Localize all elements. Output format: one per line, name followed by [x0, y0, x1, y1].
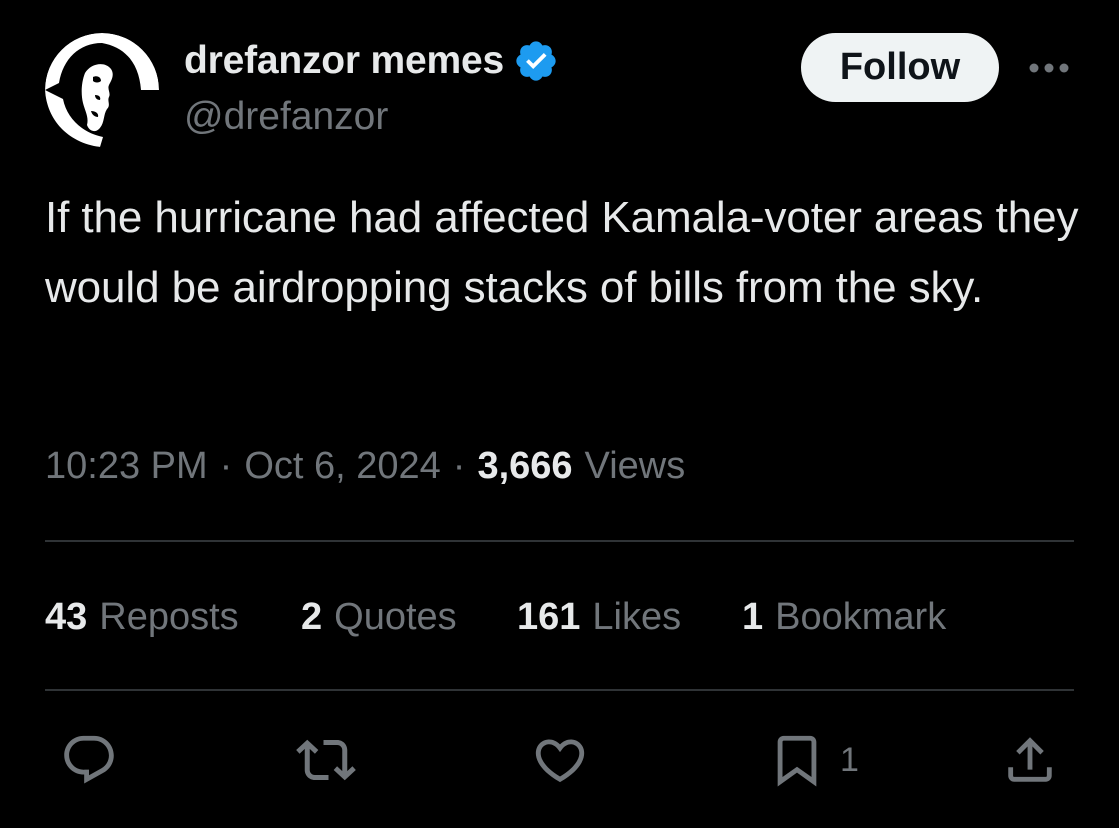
quotes-label: Quotes — [334, 595, 457, 638]
quotes-stat[interactable]: 2 Quotes — [301, 596, 517, 639]
author-name-row[interactable]: drefanzor memes — [184, 38, 559, 84]
profile-silhouette-icon — [45, 33, 159, 147]
tweet-text: If the hurricane had affected Kamala-vot… — [45, 193, 1079, 312]
reposts-label: Reposts — [99, 595, 239, 638]
quotes-count: 2 — [301, 595, 323, 638]
bookmarks-stat[interactable]: 1 Bookmark — [742, 596, 946, 639]
heart-icon — [531, 731, 589, 789]
meta-separator: · — [452, 444, 466, 487]
likes-stat[interactable]: 161 Likes — [517, 596, 742, 639]
repost-button[interactable] — [296, 730, 356, 790]
bookmark-action-count: 1 — [840, 740, 859, 779]
follow-button[interactable]: Follow — [801, 33, 999, 102]
tweet-time[interactable]: 10:23 PM — [45, 445, 208, 488]
tweet-date[interactable]: Oct 6, 2024 — [244, 445, 440, 488]
views-label: Views — [584, 444, 686, 487]
divider — [45, 689, 1074, 691]
bookmark-icon — [768, 730, 826, 790]
bookmarks-count: 1 — [742, 595, 764, 638]
bookmarks-label: Bookmark — [775, 595, 947, 638]
reposts-stat[interactable]: 43 Reposts — [45, 596, 301, 639]
author-handle[interactable]: @drefanzor — [184, 95, 388, 139]
meta-separator: · — [219, 444, 233, 487]
avatar[interactable] — [45, 33, 159, 147]
likes-count: 161 — [517, 595, 581, 638]
reply-button[interactable] — [60, 730, 118, 790]
author-display-name[interactable]: drefanzor memes — [184, 39, 504, 83]
like-button[interactable] — [531, 730, 589, 790]
divider — [45, 540, 1074, 542]
more-horizontal-icon[interactable] — [1027, 56, 1071, 80]
bookmark-button[interactable]: 1 — [768, 730, 859, 790]
repost-icon — [296, 730, 356, 790]
share-icon — [1001, 731, 1059, 789]
tweet-detail: drefanzor memes @drefanzor Follow If the… — [0, 0, 1119, 828]
engagement-stats: 43 Reposts 2 Quotes 161 Likes 1 Bookmark — [45, 592, 946, 642]
share-button[interactable] — [1001, 730, 1059, 790]
reply-icon — [60, 731, 118, 789]
tweet-meta: 10:23 PM · Oct 6, 2024 · 3,666 Views — [45, 440, 685, 492]
verified-badge-icon — [513, 38, 559, 84]
reposts-count: 43 — [45, 595, 88, 638]
likes-label: Likes — [592, 595, 682, 638]
views-count: 3,666 — [477, 444, 573, 487]
